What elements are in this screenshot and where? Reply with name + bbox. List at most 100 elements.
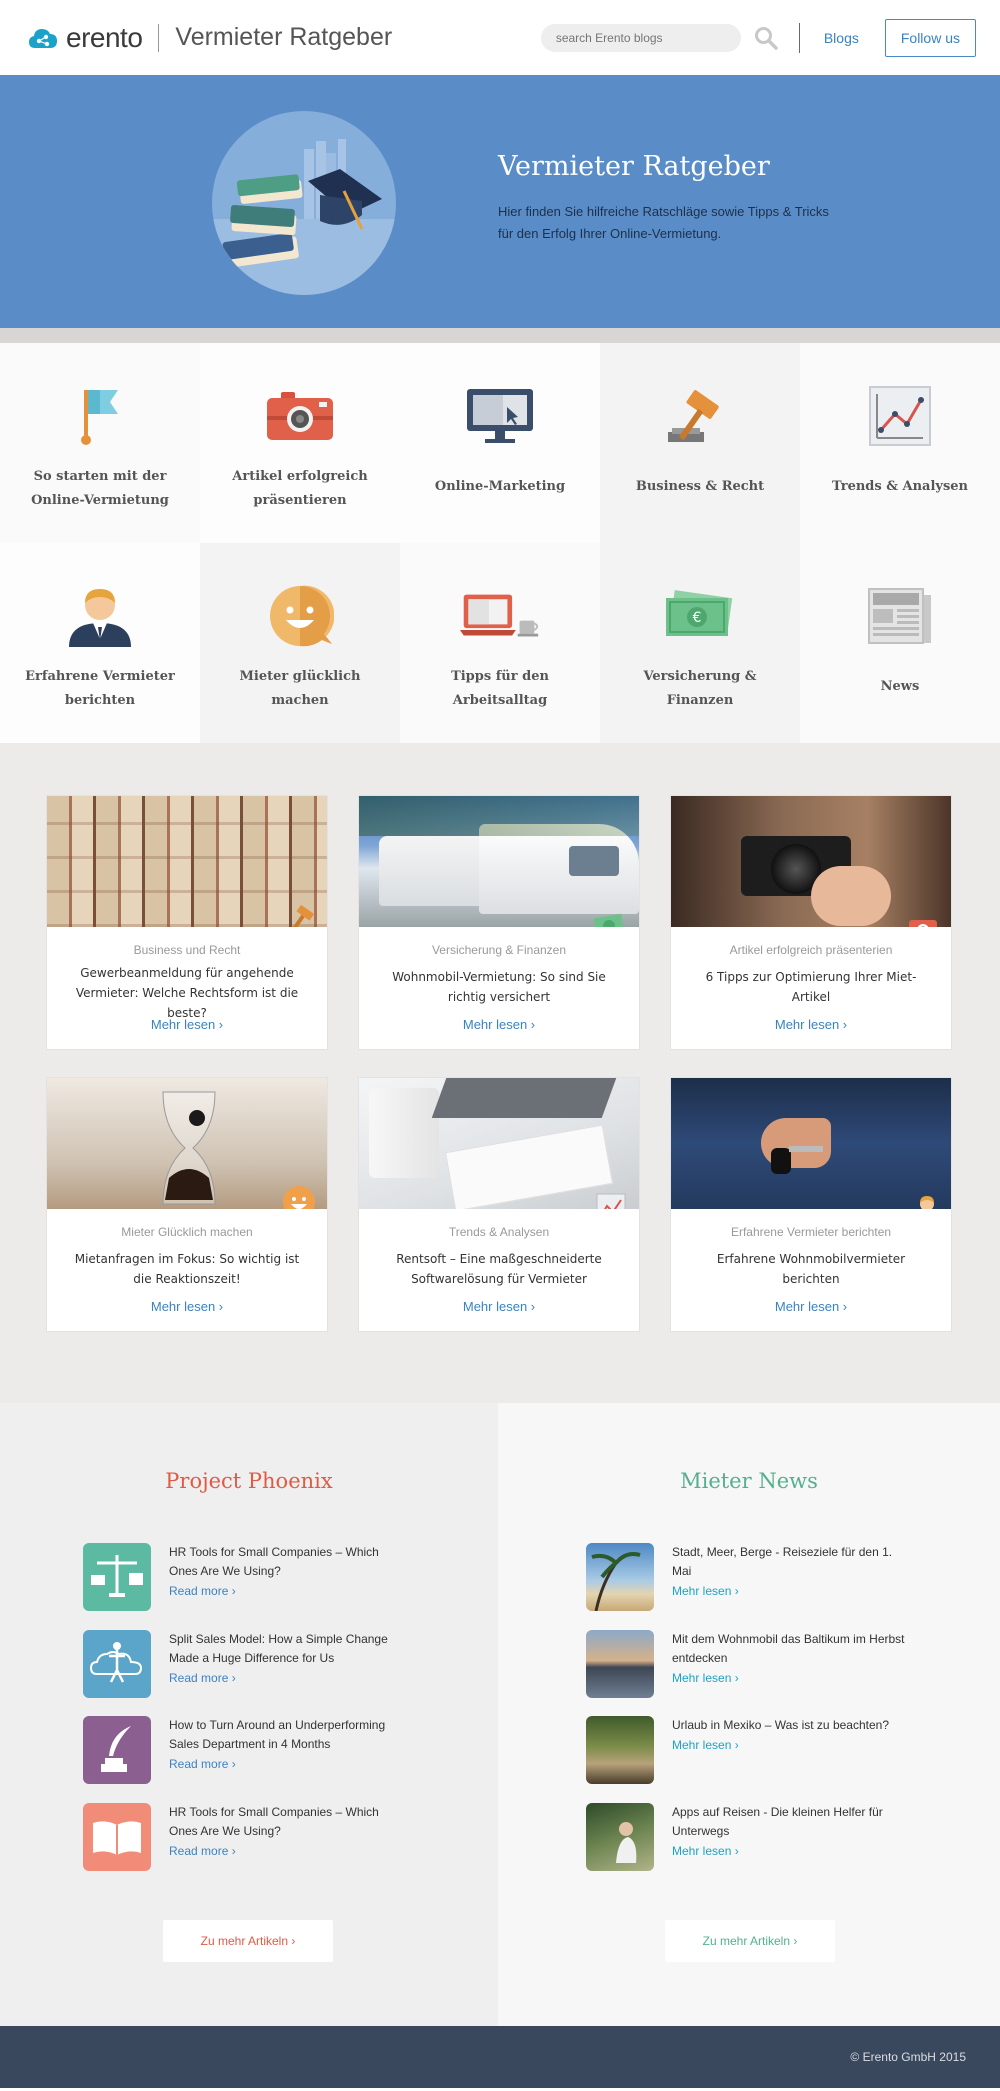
read-more-link[interactable]: Read more › xyxy=(169,1844,409,1858)
hero-title: Vermieter Ratgeber xyxy=(498,151,770,182)
article-title: Mietanfragen im Fokus: So wichtig ist di… xyxy=(74,1252,300,1286)
book-icon xyxy=(83,1803,151,1871)
category-label: Erfahrene Vermieter berichten xyxy=(25,669,175,708)
article-title: 6 Tipps zur Optimierung Ihrer Miet-Artik… xyxy=(705,970,917,1004)
read-more-link[interactable]: Mehr lesen › xyxy=(47,1017,327,1032)
item-title: Stadt, Meer, Berge - Reiseziele für den … xyxy=(672,1545,893,1578)
mieter-news-column: Mieter News Stadt, Meer, Berge - Reisezi… xyxy=(498,1403,1000,2026)
category-label: Trends & Analysen xyxy=(832,479,968,494)
article-card[interactable]: Business und Recht Gewerbeanmeldung für … xyxy=(46,795,328,1050)
category-tile-artikel-praesentieren[interactable]: Artikel erfolgreich präsentieren xyxy=(200,343,400,543)
read-more-link[interactable]: Read more › xyxy=(169,1671,409,1685)
read-more-link[interactable]: Mehr lesen › xyxy=(359,1017,639,1032)
person-icon xyxy=(69,589,131,647)
cloud-person-icon xyxy=(83,1630,151,1698)
category-label: Online-Marketing xyxy=(434,479,566,494)
article-category: Business und Recht xyxy=(133,943,241,957)
column-title: Project Phoenix xyxy=(165,1469,333,1493)
more-articles-button[interactable]: Zu mehr Artikeln › xyxy=(163,1920,333,1962)
logo-divider xyxy=(158,23,160,52)
category-tile-news[interactable]: News xyxy=(800,543,1000,743)
read-more-link[interactable]: Mehr lesen › xyxy=(672,1738,912,1752)
article-card[interactable]: Erfahrene Vermieter berichten Erfahrene … xyxy=(670,1077,952,1332)
site-footer: © Erento GmbH 2015 xyxy=(0,2026,1000,2088)
camera-badge-icon xyxy=(909,920,937,927)
category-grid: So starten mit der Online-Vermietung Art… xyxy=(0,343,1000,743)
read-more-link[interactable]: Mehr lesen › xyxy=(672,1671,912,1685)
category-tile-trends-analysen[interactable]: Trends & Analysen xyxy=(800,343,1000,543)
item-title: Apps auf Reisen - Die kleinen Helfer für… xyxy=(672,1805,883,1838)
article-card[interactable]: Artikel erfolgreich präsenterien 6 Tipps… xyxy=(670,795,952,1050)
category-tile-mieter-gluecklich[interactable]: Mieter glücklich machen xyxy=(200,543,400,743)
category-label: News xyxy=(880,679,920,694)
article-category: Artikel erfolgreich präsenterien xyxy=(729,943,893,957)
quill-icon xyxy=(83,1716,151,1784)
read-more-link[interactable]: Read more › xyxy=(169,1757,409,1771)
hero-banner: Vermieter Ratgeber Hier finden Sie hilfr… xyxy=(0,75,1000,328)
read-more-link[interactable]: Mehr lesen › xyxy=(671,1017,951,1032)
list-item[interactable]: Urlaub in Mexiko – Was ist zu beachten? … xyxy=(586,1716,912,1784)
gavel-icon xyxy=(668,390,719,442)
item-title: HR Tools for Small Companies – Which One… xyxy=(169,1805,379,1838)
smiley-icon xyxy=(270,585,334,647)
read-more-link[interactable]: Mehr lesen › xyxy=(671,1299,951,1314)
article-image xyxy=(47,1078,327,1209)
follow-us-button[interactable]: Follow us xyxy=(884,18,976,57)
camera-icon xyxy=(267,392,333,440)
category-tile-online-vermietung[interactable]: So starten mit der Online-Vermietung xyxy=(0,343,200,543)
item-title: HR Tools for Small Companies – Which One… xyxy=(169,1545,379,1578)
category-tile-online-marketing[interactable]: Online-Marketing xyxy=(400,343,600,543)
search-input[interactable] xyxy=(540,23,741,52)
article-image xyxy=(47,796,327,927)
header-divider xyxy=(798,22,800,53)
article-title: Rentsoft – Eine maßgeschneiderte Softwar… xyxy=(396,1252,602,1286)
category-label: Tipps für den Arbeitsalltag xyxy=(451,669,549,708)
list-item[interactable]: Stadt, Meer, Berge - Reiseziele für den … xyxy=(586,1543,912,1611)
flag-icon xyxy=(81,390,118,445)
read-more-link[interactable]: Mehr lesen › xyxy=(672,1844,912,1858)
article-card[interactable]: Trends & Analysen Rentsoft – Eine maßges… xyxy=(358,1077,640,1332)
category-tile-vermieter-berichten[interactable]: Erfahrene Vermieter berichten xyxy=(0,543,200,743)
money-icon: € xyxy=(666,590,733,636)
articles-section: Business und Recht Gewerbeanmeldung für … xyxy=(0,743,1000,1444)
read-more-link[interactable]: Read more › xyxy=(169,1584,409,1598)
category-tile-business-recht[interactable]: Business & Recht xyxy=(600,343,800,543)
article-card[interactable]: Mieter Glücklich machen Mietanfragen im … xyxy=(46,1077,328,1332)
logo[interactable]: erento xyxy=(28,22,143,54)
laptop-icon xyxy=(460,594,539,637)
category-tile-versicherung-finanzen[interactable]: € Versicherung & Finanzen xyxy=(600,543,800,743)
monitor-icon xyxy=(467,389,533,443)
gavel-badge-icon xyxy=(291,904,315,927)
list-item[interactable]: HR Tools for Small Companies – Which One… xyxy=(83,1543,409,1611)
list-item[interactable]: How to Turn Around an Underperforming Sa… xyxy=(83,1716,409,1784)
money-badge-icon xyxy=(593,913,625,927)
article-category: Trends & Analysen xyxy=(448,1225,550,1239)
article-image xyxy=(671,1078,951,1209)
article-image xyxy=(359,1078,639,1209)
category-label: Artikel erfolgreich präsentieren xyxy=(232,469,368,508)
chart-badge-icon xyxy=(596,1193,626,1209)
beach-thumbnail xyxy=(586,1543,654,1611)
article-category: Mieter Glücklich machen xyxy=(121,1225,253,1239)
article-title: Wohnmobil-Vermietung: So sind Sie richti… xyxy=(392,970,606,1004)
category-tile-arbeitsalltag[interactable]: Tipps für den Arbeitsalltag xyxy=(400,543,600,743)
list-item[interactable]: HR Tools for Small Companies – Which One… xyxy=(83,1803,409,1871)
category-label: Mieter glücklich machen xyxy=(239,669,361,708)
search-icon[interactable] xyxy=(753,25,779,51)
article-card[interactable]: Versicherung & Finanzen Wohnmobil-Vermie… xyxy=(358,795,640,1050)
article-image xyxy=(671,796,951,927)
blogs-link[interactable]: Blogs xyxy=(824,30,859,46)
read-more-link[interactable]: Mehr lesen › xyxy=(672,1584,912,1598)
more-articles-button[interactable]: Zu mehr Artikeln › xyxy=(665,1920,835,1962)
article-category: Versicherung & Finanzen xyxy=(431,943,567,957)
hero-description: Hier finden Sie hilfreiche Ratschläge so… xyxy=(498,204,829,241)
list-item[interactable]: Split Sales Model: How a Simple Change M… xyxy=(83,1630,409,1698)
read-more-link[interactable]: Mehr lesen › xyxy=(359,1299,639,1314)
item-title: How to Turn Around an Underperforming Sa… xyxy=(169,1718,386,1751)
article-category: Erfahrene Vermieter berichten xyxy=(730,1225,892,1239)
newspaper-icon xyxy=(868,588,931,644)
read-more-link[interactable]: Mehr lesen › xyxy=(47,1299,327,1314)
item-title: Split Sales Model: How a Simple Change M… xyxy=(169,1632,388,1665)
list-item[interactable]: Apps auf Reisen - Die kleinen Helfer für… xyxy=(586,1803,912,1871)
list-item[interactable]: Mit dem Wohnmobil das Baltikum im Herbst… xyxy=(586,1630,912,1698)
